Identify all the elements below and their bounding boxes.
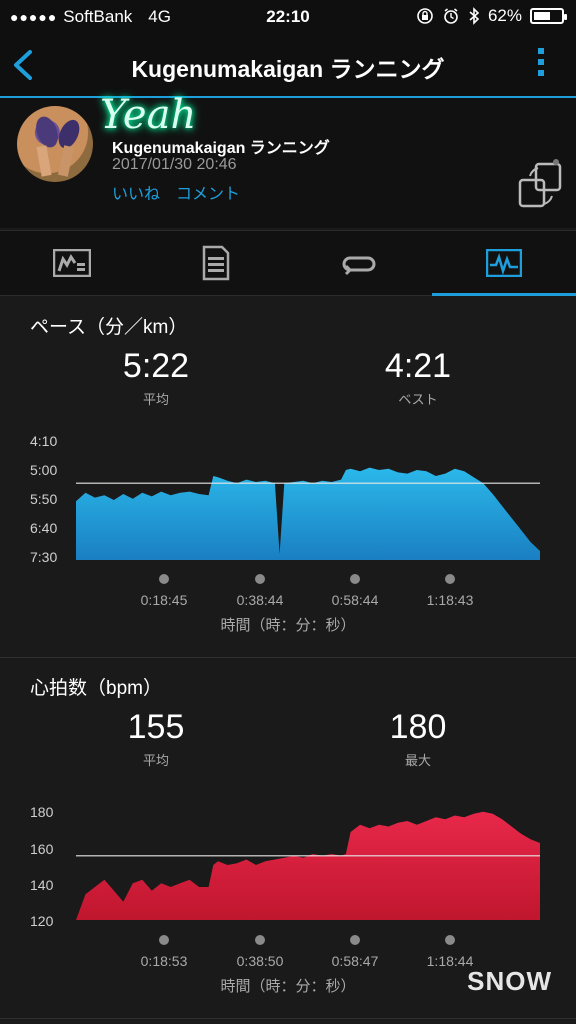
bluetooth-icon	[469, 7, 480, 25]
x-tick-marker	[255, 574, 265, 584]
x-tick-marker	[159, 574, 169, 584]
tab-overview[interactable]	[0, 231, 144, 295]
pace-x-tick: 0:38:44	[236, 592, 284, 608]
like-link[interactable]: いいね	[112, 180, 160, 204]
pace-best-label: ベスト	[398, 392, 438, 407]
hr-max-label: 最大	[404, 753, 431, 768]
more-menu-button[interactable]	[536, 48, 546, 84]
hr-average-label: 平均	[142, 753, 169, 768]
tab-stats[interactable]	[144, 231, 288, 295]
x-tick-marker	[445, 935, 455, 945]
x-tick-marker	[255, 935, 265, 945]
tab-charts[interactable]	[432, 231, 576, 296]
pace-y-tick: 5:50	[30, 491, 58, 507]
hr-y-tick: 120	[30, 913, 54, 929]
pace-section: ペース（分／km） 5:22 平均 4:21 ベスト 4:10 5:00 5:5…	[0, 297, 576, 657]
pace-area-series	[76, 467, 540, 560]
heart-rate-area-series	[76, 811, 540, 920]
back-button[interactable]	[10, 48, 38, 82]
rotation-lock-icon	[417, 8, 433, 24]
status-right: 62%	[416, 6, 567, 26]
pace-title: ペース（分／km）	[30, 317, 188, 338]
yeah-sticker: Yeah	[100, 92, 197, 138]
battery-percent: 62%	[487, 6, 522, 25]
pace-average-label: 平均	[142, 392, 169, 407]
activity-actions: いいね コメント	[112, 180, 240, 204]
hr-max-value: 180	[389, 708, 447, 746]
x-tick-marker	[350, 574, 360, 584]
hr-x-tick: 0:58:47	[331, 953, 379, 969]
pace-x-tick: 0:58:44	[331, 592, 379, 608]
comment-link[interactable]: コメント	[176, 180, 240, 204]
pace-average-value: 5:22	[122, 347, 190, 385]
activity-header: Yeah Kugenumakaigan ランニング 2017/01/30 20:…	[0, 92, 576, 228]
menu-dot	[538, 59, 544, 65]
overview-icon	[53, 249, 91, 277]
hr-average-value: 155	[127, 708, 185, 746]
pace-y-tick: 7:30	[30, 549, 58, 565]
tab-laps[interactable]	[288, 231, 432, 295]
pace-x-tick: 0:18:45	[140, 592, 188, 608]
x-tick-marker	[159, 935, 169, 945]
pace-y-tick: 5:00	[30, 462, 58, 478]
activity-name: Kugenumakaigan ランニング	[112, 140, 330, 157]
hr-x-tick: 0:38:50	[236, 953, 284, 969]
hr-y-tick: 140	[30, 877, 54, 893]
hr-y-tick: 180	[30, 804, 54, 820]
charts-icon	[486, 249, 522, 277]
snow-watermark: SNOW	[467, 966, 552, 996]
device-sync-icon[interactable]	[516, 158, 566, 212]
x-tick-marker	[445, 574, 455, 584]
heart-rate-chart	[76, 811, 540, 920]
battery-icon	[530, 8, 567, 24]
heart-rate-section: 心拍数（bpm） 155 平均 180 最大 180 160 140 120 0…	[0, 658, 576, 1018]
pace-y-tick: 4:10	[30, 433, 58, 449]
nav-bar: Kugenumakaigan ランニング	[0, 34, 576, 98]
stats-icon	[202, 245, 230, 281]
laps-icon	[342, 256, 376, 276]
hr-title: 心拍数（bpm）	[30, 678, 162, 699]
pace-x-tick: 1:18:43	[426, 592, 474, 608]
shoes-photo	[36, 116, 80, 177]
pace-y-tick: 6:40	[30, 520, 58, 536]
menu-dot	[538, 48, 544, 54]
pace-x-axis-title: 時間（時：分：秒）	[220, 617, 356, 634]
hr-y-tick: 160	[30, 841, 54, 857]
battery-level	[534, 12, 550, 20]
avatar[interactable]	[17, 106, 93, 182]
section-divider	[0, 1018, 576, 1019]
hr-x-tick: 0:18:53	[140, 953, 188, 969]
status-bar: ●●●●● SoftBank 4G 22:10 62%	[0, 0, 576, 34]
pace-best-value: 4:21	[384, 347, 452, 385]
menu-dot	[538, 70, 544, 76]
nav-title: Kugenumakaigan ランニング	[131, 56, 445, 82]
tab-bar	[0, 230, 576, 296]
pace-chart	[76, 467, 540, 560]
alarm-icon	[444, 8, 458, 24]
activity-datetime: 2017/01/30 20:46	[112, 156, 237, 173]
x-tick-marker	[350, 935, 360, 945]
